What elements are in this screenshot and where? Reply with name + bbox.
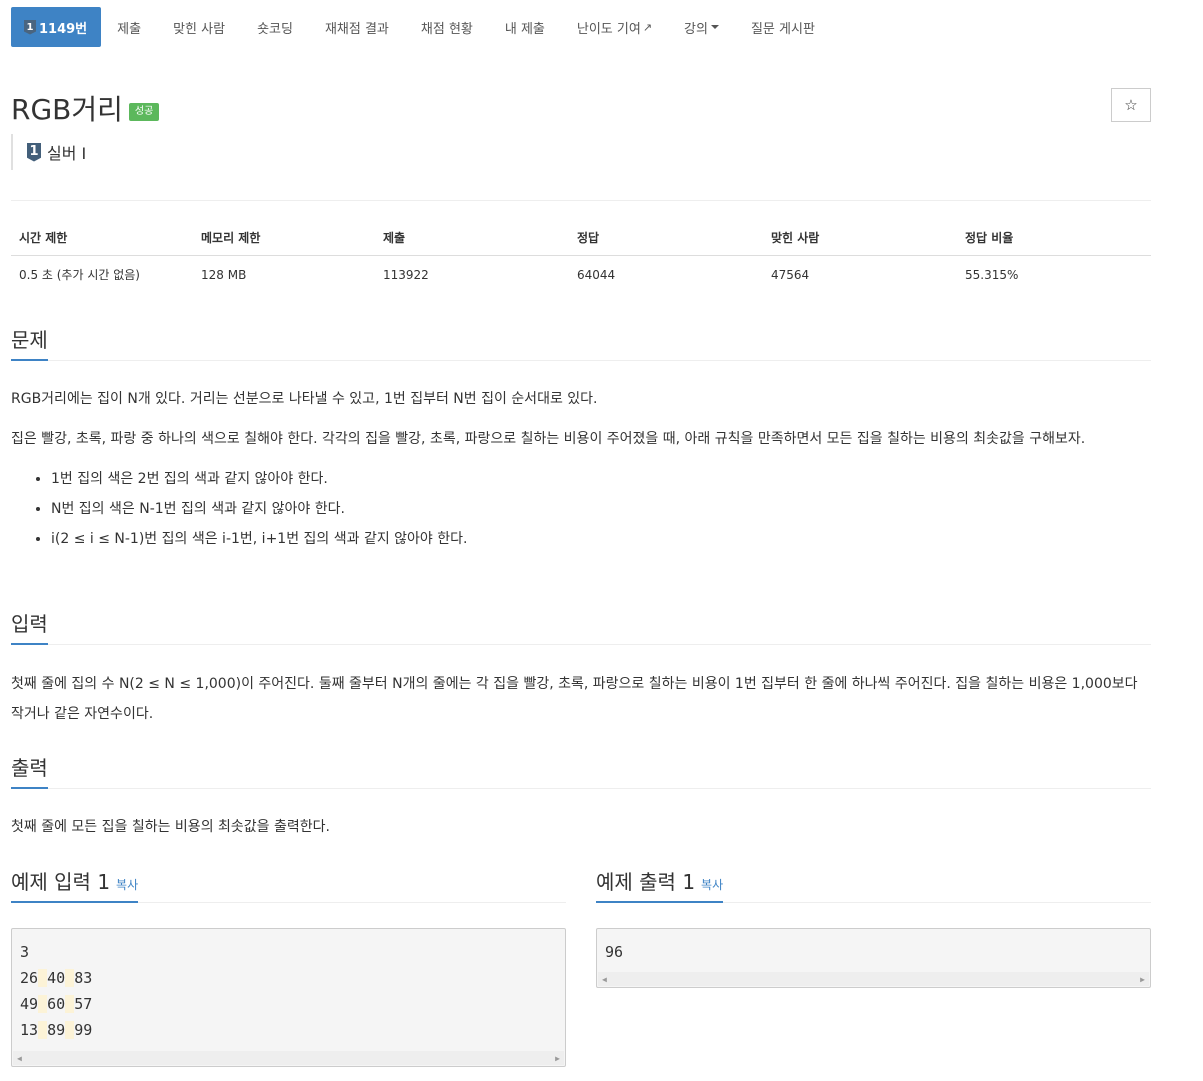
sample-output-header: 예제 출력 1 복사 [596,866,1151,903]
header-solved-users: 맞힌 사람 [763,221,957,256]
problem-nav: 1 1149번 제출 맞힌 사람 숏코딩 재채점 결과 채점 현황 내 제출 난… [11,7,831,47]
problem-info-table: 시간 제한 메모리 제한 제출 정답 맞힌 사람 정답 비율 0.5 초 (추가… [11,221,1151,293]
caret-down-icon [710,25,719,29]
external-link-icon: ↗ [642,20,653,34]
sample-token: 13 [20,1021,39,1039]
cell-time-limit: 0.5 초 (추가 시간 없음) [19,268,140,282]
cell-submissions: 113922 [383,267,429,282]
sample-line: 13 89 99 [20,1017,557,1043]
problem-paragraph: 집은 빨강, 초록, 파랑 중 하나의 색으로 칠해야 한다. 각각의 집을 빨… [11,431,1086,447]
nav-tab-solved-users[interactable]: 맞힌 사람 [157,7,241,47]
cell-memory-limit: 128 MB [201,267,247,282]
nav-tab-short-coding[interactable]: 숏코딩 [241,7,309,47]
tier-badge-icon: 1 [27,142,41,162]
scroll-left-arrow-icon[interactable]: ◀ [17,1054,22,1063]
sample-token: 40 [47,969,66,987]
nav-tab-judge-status[interactable]: 채점 현황 [405,7,489,47]
scroll-right-arrow-icon[interactable]: ▶ [1140,975,1145,984]
input-section-header: 입력 [11,608,1151,645]
list-item: i(2 ≤ i ≤ N-1)번 집의 색은 i-1번, i+1번 집의 색과 같… [51,524,1151,554]
nav-tab-submit[interactable]: 제출 [101,7,157,47]
section-title-input: 입력 [11,608,48,645]
cell-solved-users: 47564 [771,267,810,282]
copy-sample-input-link[interactable]: 복사 [116,878,138,892]
sample-input-title-text: 예제 입력 1 [11,870,111,894]
nav-tab-lectures[interactable]: 강의 [668,7,735,47]
sample-token: 60 [47,995,66,1013]
sample-token: 49 [20,995,39,1013]
sample-line: 3 [20,939,557,965]
sample-token: 83 [74,969,93,987]
table-header-row: 시간 제한 메모리 제한 제출 정답 맞힌 사람 정답 비율 [11,221,1151,256]
header-accepted: 정답 [569,221,763,256]
divider [11,200,1151,201]
status-badge: 성공 [128,103,160,121]
favorite-star-button[interactable]: ☆ [1111,88,1151,122]
input-description: 첫째 줄에 집의 수 N(2 ≤ N ≤ 1,000)이 주어진다. 둘째 줄부… [11,676,1138,722]
sample-token: 89 [47,1021,66,1039]
nav-tab-qna-board[interactable]: 질문 게시판 [735,7,831,47]
problem-title: RGB거리 [11,93,123,126]
scroll-right-arrow-icon[interactable]: ▶ [555,1054,560,1063]
tier-name: 실버 I [47,144,87,163]
problem-title-row: RGB거리 성공 [11,88,160,128]
output-description: 첫째 줄에 모든 집을 칠하는 비용의 최솟값을 출력한다. [11,819,330,835]
section-title-output: 출력 [11,752,48,789]
header-accept-ratio: 정답 비율 [957,221,1151,256]
cell-accepted: 64044 [577,267,616,282]
sample-input-title: 예제 입력 1 복사 [11,866,139,903]
sample-output-title-text: 예제 출력 1 [596,870,696,894]
nav-tab-difficulty-contribution[interactable]: 난이도 기여 ↗ [561,7,668,47]
sample-token: 99 [74,1021,93,1039]
sample-token: 57 [74,995,93,1013]
sample-line: 49 60 57 [20,991,557,1017]
rules-list: 1번 집의 색은 2번 집의 색과 같지 않아야 한다. N번 집의 색은 N-… [11,464,1151,554]
nav-tab-lectures-label: 강의 [684,21,708,37]
problem-section-header: 문제 [11,324,1151,361]
divider [11,360,1151,361]
header-memory-limit: 메모리 제한 [193,221,375,256]
problem-description: RGB거리에는 집이 N개 있다. 거리는 선분으로 나타낼 수 있고, 1번 … [11,384,1151,554]
sample-input-header: 예제 입력 1 복사 [11,866,566,903]
sample-output-box[interactable]: 96 ◀ ▶ [596,928,1151,988]
list-item: 1번 집의 색은 2번 집의 색과 같지 않아야 한다. [51,464,1151,494]
cell-accept-ratio: 55.315% [965,267,1019,282]
copy-sample-output-link[interactable]: 복사 [701,878,723,892]
star-icon: ☆ [1124,96,1138,114]
sample-line: 26 40 83 [20,965,557,991]
sample-line: 96 [605,943,624,961]
section-title-problem: 문제 [11,324,48,361]
divider [11,788,1151,789]
header-submissions: 제출 [375,221,569,256]
problem-paragraph: RGB거리에는 집이 N개 있다. 거리는 선분으로 나타낼 수 있고, 1번 … [11,391,598,407]
horizontal-scrollbar[interactable]: ◀ ▶ [13,1051,564,1065]
sample-input-box[interactable]: 3 26 40 83 49 60 57 13 89 99 ◀ ▶ [11,928,566,1067]
nav-tab-my-submissions[interactable]: 내 제출 [489,7,561,47]
sample-output-title: 예제 출력 1 복사 [596,866,724,903]
table-row: 0.5 초 (추가 시간 없음) 128 MB 113922 64044 475… [11,256,1151,294]
nav-tab-problem[interactable]: 1 1149번 [11,7,102,47]
scroll-left-arrow-icon[interactable]: ◀ [602,975,607,984]
header-time-limit: 시간 제한 [11,221,193,256]
divider [11,644,1151,645]
list-item: N번 집의 색은 N-1번 집의 색과 같지 않아야 한다. [51,494,1151,524]
sample-token: 26 [20,969,39,987]
horizontal-scrollbar[interactable]: ◀ ▶ [598,972,1149,986]
output-section-header: 출력 [11,752,1151,789]
nav-tab-difficulty-label: 난이도 기여 [576,21,641,37]
nav-tab-rejudge-results[interactable]: 재채점 결과 [309,7,405,47]
sample-token: 3 [20,943,30,961]
problem-tier: 1 실버 I [11,134,86,170]
tier-badge-icon: 1 [24,19,36,35]
nav-tab-problem-label: 1149번 [39,21,88,37]
